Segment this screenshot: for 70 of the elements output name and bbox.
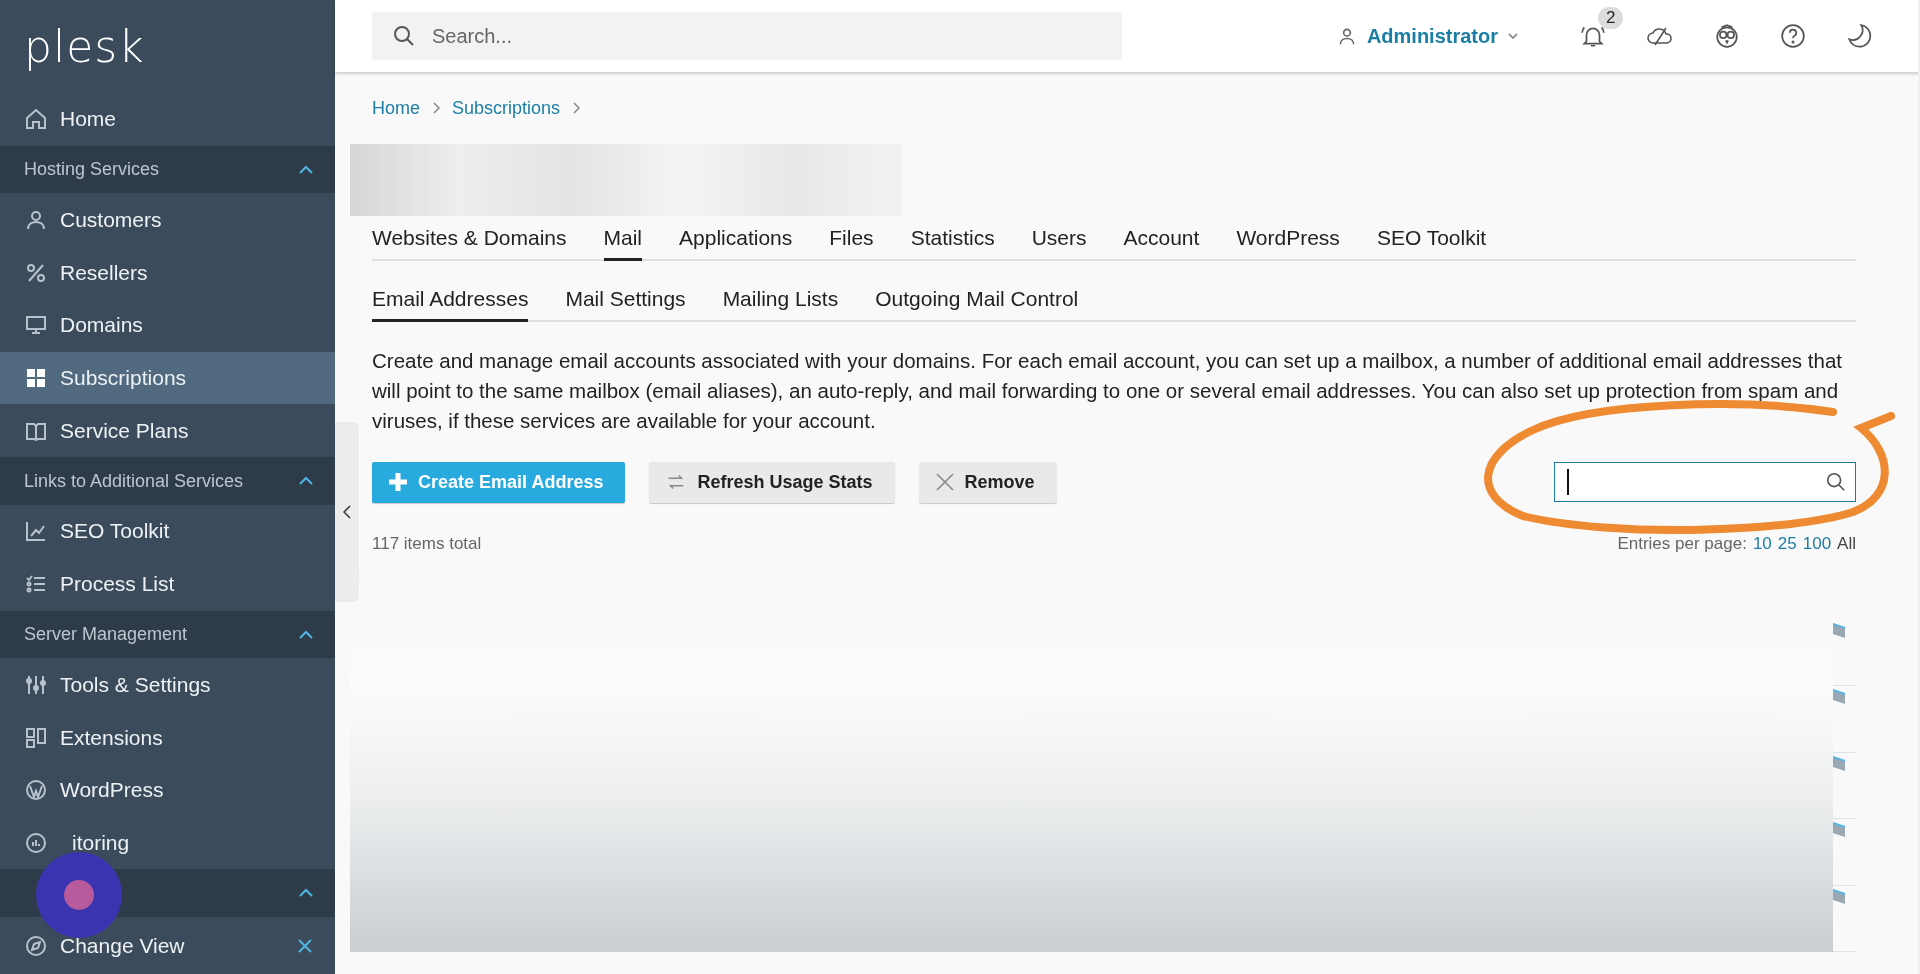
description-text: Create and manage email accounts associated with your domains. For each email account, you can set up a mailbox, a number of additional email addresses that will point to the same mailbox (email aliases), an auto-reply, and mail forwarding to one or several email addresses. You can also set up protection from spam and viruses, if these services are available for your account. xyxy=(372,348,1843,434)
page-size-link[interactable]: 100 xyxy=(1802,534,1832,553)
chevron-left-icon xyxy=(343,505,351,519)
search-field[interactable]: Search... xyxy=(372,12,1122,60)
caret-icon xyxy=(1508,32,1518,40)
tab[interactable]: Mailing Lists xyxy=(722,287,839,322)
sidebar-group-header[interactable]: Hosting Services xyxy=(0,145,335,194)
gauge-icon xyxy=(24,831,48,856)
list-search-field[interactable] xyxy=(1554,462,1856,502)
tab[interactable]: Outgoing Mail Control xyxy=(875,287,1079,322)
chevron-right-icon xyxy=(432,102,440,114)
caret-icon xyxy=(299,629,313,640)
sidebar-item[interactable]: Extensions xyxy=(0,711,335,764)
search-icon xyxy=(392,24,416,48)
notification-count: 2 xyxy=(1598,7,1624,29)
page-size-link[interactable]: All xyxy=(1837,534,1856,553)
tab[interactable]: Files xyxy=(829,226,874,261)
caret-icon xyxy=(299,888,313,899)
tab[interactable]: Websites & Domains xyxy=(372,226,567,261)
moon-icon xyxy=(1846,23,1872,49)
close-icon xyxy=(934,472,955,492)
tab[interactable]: Mail Settings xyxy=(565,287,686,322)
sidebar-item[interactable]: SEO Toolkit xyxy=(0,505,335,558)
sidebar-group-header[interactable]: Server Management xyxy=(0,610,335,659)
sidebar-item[interactable]: Service Plans xyxy=(0,404,335,458)
blocks-icon xyxy=(24,725,48,750)
owl-icon xyxy=(1714,23,1740,49)
caret-icon xyxy=(299,164,313,175)
sidebar-item[interactable]: Home xyxy=(0,92,335,146)
close-icon[interactable] xyxy=(297,937,313,954)
remove-button[interactable]: Remove xyxy=(918,461,1057,503)
help-icon xyxy=(1780,23,1806,49)
refresh-button[interactable]: Refresh Usage Stats xyxy=(649,461,895,503)
group-label: Server Management xyxy=(24,624,188,645)
tab[interactable]: Mail xyxy=(603,226,643,261)
sidebar-item[interactable]: itoring xyxy=(0,816,335,870)
chevron-right-icon xyxy=(572,102,581,114)
home-icon xyxy=(24,107,48,132)
caret-icon xyxy=(299,476,313,487)
tab[interactable]: Users xyxy=(1031,226,1087,261)
sidebar-item[interactable]: Process List xyxy=(0,557,335,611)
change-view-item[interactable]: Change View xyxy=(0,917,335,974)
plus-icon xyxy=(388,472,408,492)
breadcrumb-link[interactable]: Subscriptions xyxy=(452,97,561,119)
tab[interactable]: Email Addresses xyxy=(372,287,529,322)
sidebar-item[interactable]: Customers xyxy=(0,193,335,247)
sidebar-group-header[interactable]: Links to Additional Services xyxy=(0,457,335,506)
breadcrumb-link[interactable]: Home xyxy=(372,97,420,119)
sidebar-item[interactable]: WordPress xyxy=(0,763,335,817)
items-total: 117 items total xyxy=(372,534,482,554)
user-menu[interactable]: Administrator xyxy=(1336,24,1518,48)
search-icon xyxy=(1825,471,1847,493)
group-label: Links to Additional Services xyxy=(24,470,244,492)
sidebar-item[interactable]: Domains xyxy=(0,298,335,352)
page-size-link[interactable]: 10 xyxy=(1752,534,1772,553)
logo[interactable]: plesk xyxy=(24,20,145,72)
sidebar-item[interactable]: Resellers xyxy=(0,246,335,299)
group-label: Hosting Services xyxy=(24,159,160,180)
sidebar-item[interactable]: Subscriptions xyxy=(0,351,335,405)
tab[interactable]: SEO Toolkit xyxy=(1376,226,1487,261)
page-size-link[interactable]: 25 xyxy=(1777,534,1797,553)
tab[interactable]: WordPress xyxy=(1236,226,1340,261)
tab[interactable]: Applications xyxy=(679,226,793,261)
entries-label: Entries per page: xyxy=(1617,534,1747,553)
sidebar-item[interactable]: Tools & Settings xyxy=(0,658,335,712)
chart-icon xyxy=(24,519,48,544)
tab[interactable]: Statistics xyxy=(910,226,995,261)
wordpress-icon xyxy=(24,778,48,803)
tab[interactable]: Account xyxy=(1123,226,1200,261)
compass-icon xyxy=(24,933,48,958)
